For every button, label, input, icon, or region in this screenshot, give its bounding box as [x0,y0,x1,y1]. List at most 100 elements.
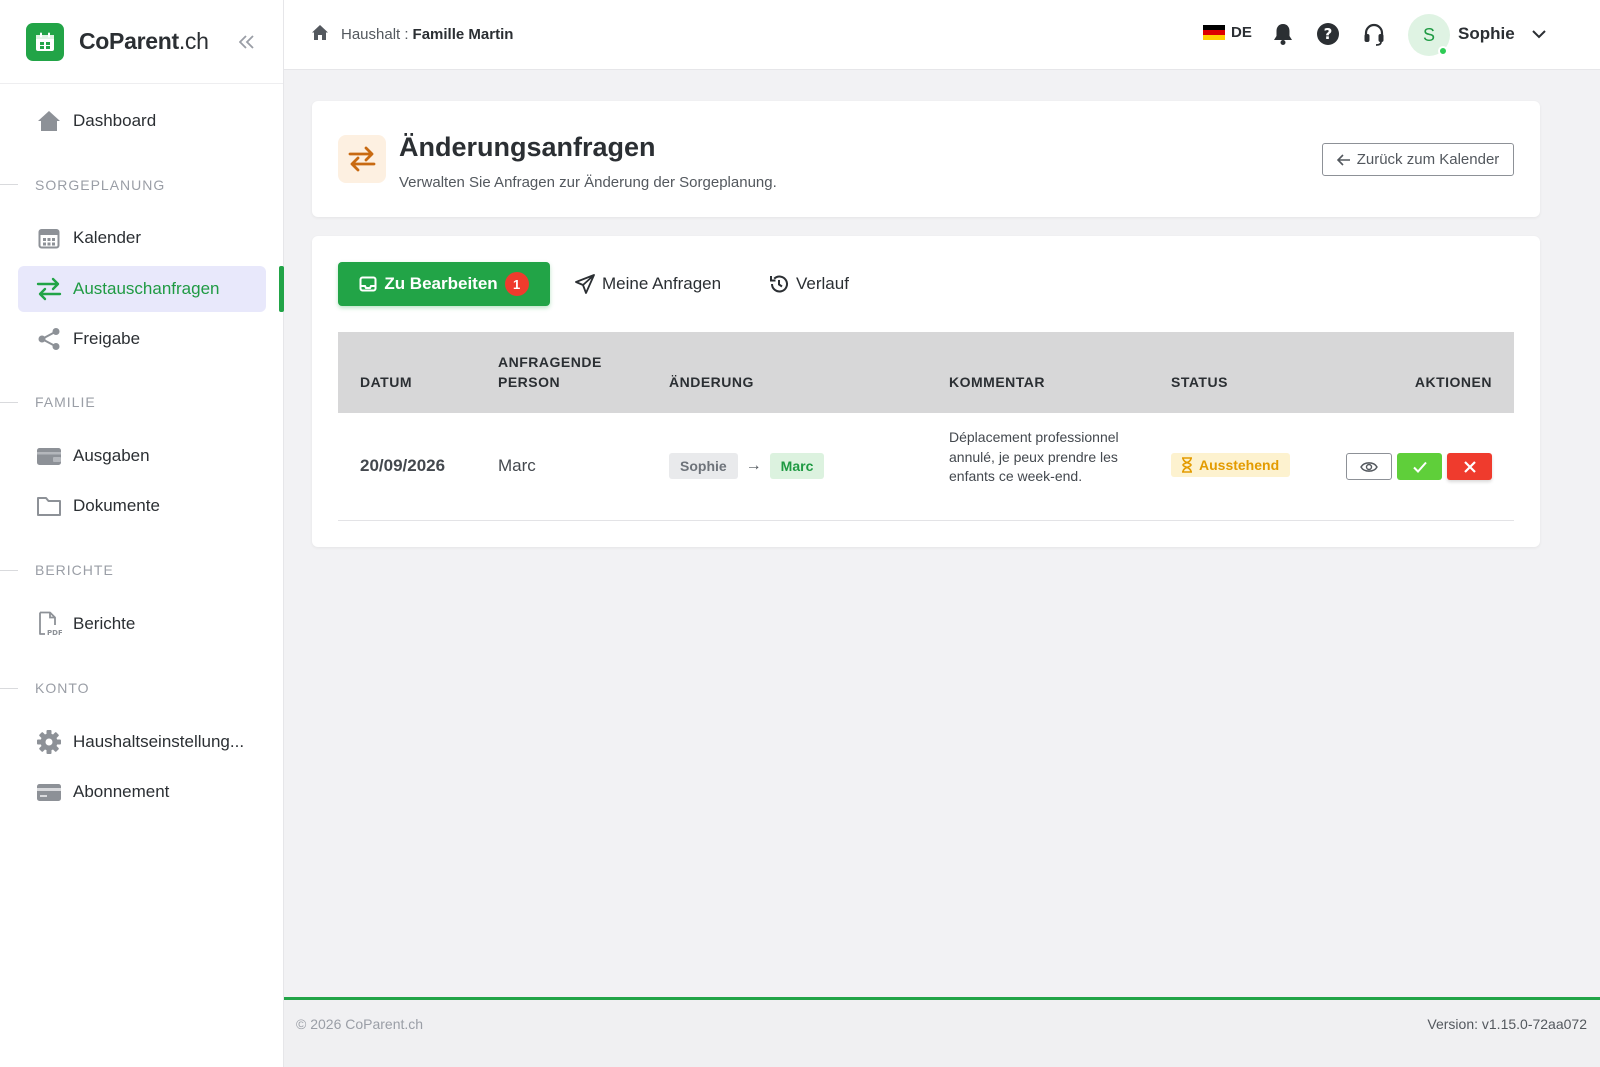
active-indicator [279,266,284,312]
app-logo-icon [26,22,64,61]
status-badge: Ausstehend [1171,453,1291,477]
section-label-familie: FAMILIE [35,394,96,410]
version-text: Version: v1.15.0-72aa072 [1427,1016,1587,1032]
count-badge: 1 [504,272,529,296]
sidebar-item-label: Ausgaben [73,446,150,465]
requesting-person: Marc [498,456,536,475]
column-header-aktionen: AKTIONEN [1414,374,1492,390]
section-label-sorgeplanung: SORGEPLANUNG [35,177,166,193]
user-name[interactable]: Sophie [1458,24,1515,44]
request-date: 20/09/2026 [360,456,446,475]
table-row: 20/09/2026 Marc Sophie → Marc Déplacemen… [338,413,1514,521]
footer: © 2026 CoParent.ch Version: v1.15.0-72aa… [284,997,1600,1067]
status-label: Ausstehend [1199,457,1280,473]
home-icon [36,108,62,134]
section-divider [0,688,18,689]
column-header-kommentar: KOMMENTAR [949,374,1046,390]
pdf-icon: PDF [36,611,62,637]
credit-card-icon [36,779,62,805]
sidebar-item-label: Dokumente [73,496,160,515]
column-header-anfragende-person: ANFRAGENDE PERSON [498,354,602,390]
wallet-icon [36,443,62,469]
inbox-icon [359,276,377,292]
svg-text:PDF: PDF [47,629,62,637]
sidebar-item-label: Dashboard [73,111,157,130]
sidebar-item-label: Abonnement [73,782,170,801]
column-header-status: STATUS [1171,374,1228,390]
sidebar-item-label: Austauschanfragen [73,279,220,298]
svg-text:?: ? [1324,25,1333,43]
accept-request-button[interactable] [1397,453,1442,480]
sidebar-item-label: Berichte [73,614,136,633]
view-request-button[interactable] [1346,453,1392,480]
request-comment: Déplacement professionnel annulé, je peu… [949,429,1119,484]
page-subtitle: Verwalten Sie Anfragen zur Änderung der … [399,174,777,191]
tab-label: Verlauf [796,274,849,293]
language-code: DE [1231,24,1252,41]
history-icon [770,275,788,293]
top-bar: Haushalt : Famille Martin DE ? S Sophie [284,0,1600,70]
from-parent-pill: Sophie [669,453,738,479]
swap-icon [36,276,62,302]
sidebar-item-dashboard[interactable]: Dashboard [18,98,266,144]
online-status-dot [1438,46,1448,56]
change-summary: Sophie → Marc [669,453,825,479]
german-flag-icon [1203,24,1225,41]
collapse-sidebar-icon[interactable] [236,30,258,54]
arrow-right-icon: → [745,457,762,474]
page-header-card: Änderungsanfragen Verwalten Sie Anfragen… [312,101,1540,217]
column-header-aenderung: ÄNDERUNG [669,374,754,390]
sidebar-item-ausgaben[interactable]: Ausgaben [18,433,266,479]
hourglass-icon [1182,457,1192,473]
send-icon [575,274,595,294]
sidebar-item-kalender[interactable]: Kalender [18,215,266,261]
language-switcher[interactable]: DE [1203,24,1252,41]
support-headset-icon[interactable] [1361,21,1387,47]
column-header-datum: DATUM [360,374,413,390]
breadcrumb-prefix: Haushalt : [341,26,409,43]
eye-icon [1360,461,1378,472]
sidebar-item-freigabe[interactable]: Freigabe [18,316,266,362]
bell-icon[interactable] [1270,21,1296,47]
section-label-berichte: BERICHTE [35,562,114,578]
requests-card: Zu Bearbeiten 1 Meine Anfragen Verlauf D… [312,236,1540,547]
table-header: DATUM ANFRAGENDE PERSON ÄNDERUNG KOMMENTA… [338,332,1514,413]
arrow-left-icon [1336,153,1350,166]
check-icon [1412,461,1427,473]
share-icon [36,326,62,352]
household-name: Famille Martin [412,26,514,43]
back-button-label: Zurück zum Kalender [1356,151,1500,168]
tab-verlauf[interactable]: Verlauf [769,262,849,306]
page-title: Änderungsanfragen [399,132,656,162]
home-icon[interactable] [311,24,329,45]
chevron-down-icon[interactable] [1530,24,1548,44]
sidebar-item-label: Kalender [73,228,142,247]
breadcrumb: Haushalt : Famille Martin [311,24,513,45]
close-icon [1463,460,1476,473]
tab-label: Zu Bearbeiten [384,274,498,293]
section-divider [0,184,18,185]
copyright-text: © 2026 CoParent.ch [296,1016,424,1032]
sidebar-item-label: Freigabe [73,329,141,348]
back-to-calendar-button[interactable]: Zurück zum Kalender [1322,143,1514,176]
tab-zu-bearbeiten[interactable]: Zu Bearbeiten 1 [338,262,550,306]
sidebar-item-dokumente[interactable]: Dokumente [18,483,266,529]
tab-meine-anfragen[interactable]: Meine Anfragen [575,262,721,306]
calendar-icon [36,225,62,251]
sidebar: CoParent.ch Dashboard SORGEPLANUNG Kalen… [0,0,284,1067]
sidebar-item-abonnement[interactable]: Abonnement [18,769,266,815]
sidebar-item-austauschanfragen[interactable]: Austauschanfragen [18,266,266,312]
swap-icon [338,135,386,183]
section-divider [0,402,18,403]
tab-label: Meine Anfragen [602,274,722,293]
brand-name: CoParent.ch [79,28,209,54]
gear-icon [36,729,62,755]
to-parent-pill: Marc [769,453,825,479]
section-label-konto: KONTO [35,680,90,696]
sidebar-item-haushaltseinstellungen[interactable]: Haushaltseinstellung... [18,719,266,765]
sidebar-item-label: Haushaltseinstellung... [73,732,245,751]
reject-request-button[interactable] [1447,453,1492,480]
sidebar-item-berichte[interactable]: PDF Berichte [18,601,266,647]
section-divider [0,570,18,571]
help-icon[interactable]: ? [1315,21,1341,47]
